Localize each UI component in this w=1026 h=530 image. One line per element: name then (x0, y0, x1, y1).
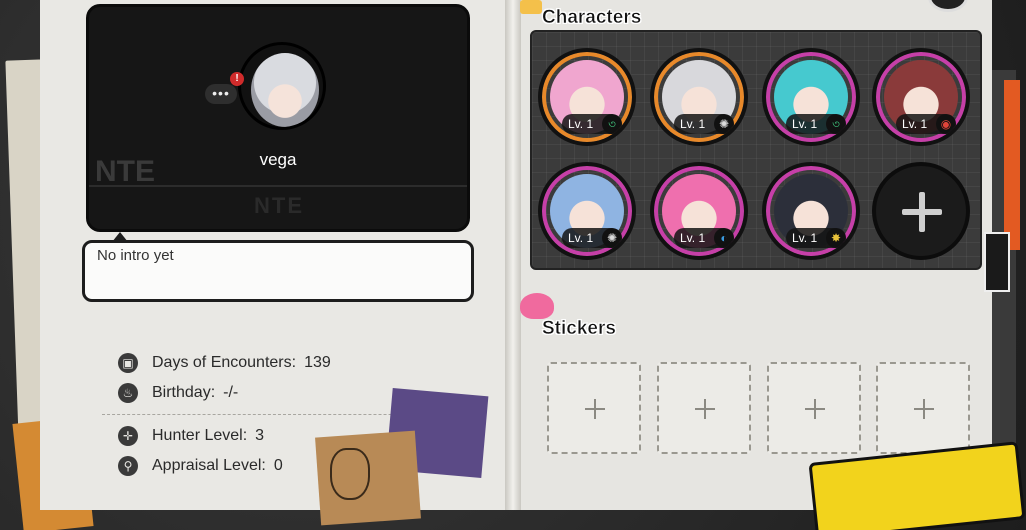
more-options-button[interactable]: ••• (205, 84, 237, 104)
notebook-spine (505, 0, 521, 510)
plus-icon (805, 399, 825, 419)
stat-value: 0 (273, 457, 283, 474)
plus-icon (695, 399, 715, 419)
notification-badge: ! (230, 72, 244, 86)
spark-icon: ✸ (826, 228, 846, 248)
character-slot[interactable]: Lv. 1 ✺ (650, 48, 748, 146)
character-slot[interactable]: Lv. 1৩ (762, 48, 860, 146)
add-character-button[interactable] (872, 162, 970, 260)
plus-icon (902, 192, 942, 232)
character-slot[interactable]: Lv. 1৩ (538, 48, 636, 146)
light-icon: ✺ (714, 114, 734, 134)
avatar-portrait (251, 53, 319, 127)
stat-label: Appraisal Level: (152, 457, 266, 474)
plus-icon (914, 399, 934, 419)
stat-value: 3 (255, 427, 265, 444)
orange-strip (1004, 80, 1020, 250)
sticker-bubble-icon (520, 293, 554, 319)
plus-icon (585, 399, 605, 419)
stat-value: 139 (304, 354, 331, 371)
stat-label: Birthday: (152, 384, 216, 401)
card-watermark: NTE (254, 193, 304, 218)
side-tag (984, 232, 1010, 292)
character-slot[interactable]: Lv. 1 ✸ (762, 162, 860, 260)
fire-icon: ◉ (936, 114, 956, 134)
wind-icon: ৩ (826, 114, 846, 134)
cake-icon: ♨ (118, 383, 138, 403)
stickers-title: Stickers (542, 318, 616, 340)
light-icon: ✺ (602, 228, 622, 248)
intro-text: No intro yet (97, 247, 174, 264)
stat-label: Days of Encounters: (152, 354, 297, 371)
stat-value: -/- (223, 384, 239, 401)
sticker-slot[interactable] (547, 362, 641, 454)
character-slot[interactable]: Lv. 1 ◐ (650, 162, 748, 260)
bear-doodle-icon (330, 448, 370, 500)
stat-label: Hunter Level: (152, 427, 248, 444)
character-slot[interactable]: Lv. 1 ◉ (872, 48, 970, 146)
sticker-slot[interactable] (657, 362, 751, 454)
intro-box[interactable]: No intro yet (82, 240, 474, 302)
magnifier-icon: ⚲ (118, 456, 138, 476)
username: vega (259, 150, 297, 169)
page-tab-badge (520, 0, 542, 14)
character-slot[interactable]: Lv. 1 ✺ (538, 162, 636, 260)
water-icon: ◐ (714, 228, 734, 248)
characters-title: Characters (542, 7, 642, 29)
crosshair-icon: ✛ (118, 426, 138, 446)
calendar-icon: ▣ (118, 353, 138, 373)
avatar[interactable] (238, 42, 326, 130)
sticker-slot[interactable] (876, 362, 970, 454)
sticker-slot[interactable] (767, 362, 861, 454)
stat-days: ▣ Days of Encounters: 139 (118, 348, 458, 378)
wind-icon: ৩ (602, 114, 622, 134)
card-divider (89, 185, 467, 187)
